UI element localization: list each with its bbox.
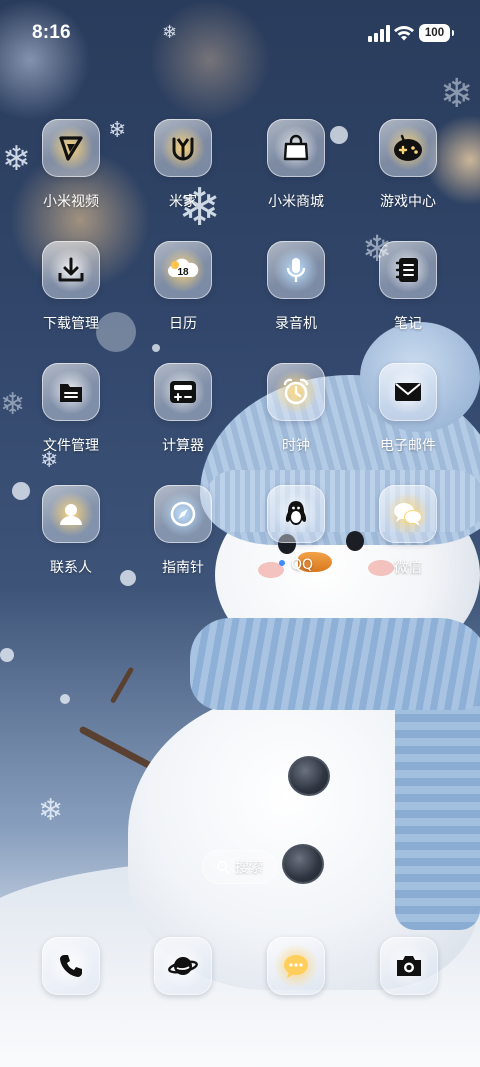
app-tile[interactable]: 18	[154, 241, 212, 299]
app-tile[interactable]	[267, 485, 325, 543]
app-label: 录音机	[275, 316, 317, 332]
dock-browser[interactable]	[154, 937, 212, 995]
app-wechat[interactable]: 微信	[352, 485, 464, 595]
snowman-button-2	[282, 844, 324, 884]
app-tile[interactable]	[267, 241, 325, 299]
snowflake-decoration: ❄	[440, 71, 474, 117]
app-label: 计算器	[162, 438, 204, 454]
contact-icon	[60, 504, 82, 525]
app-tile[interactable]	[42, 937, 100, 995]
app-game-center[interactable]: 游戏中心	[352, 119, 464, 229]
app-tile[interactable]	[379, 363, 437, 421]
app-tile[interactable]	[267, 363, 325, 421]
app-recorder[interactable]: 录音机	[240, 241, 352, 351]
app-compass[interactable]: 指南针	[127, 485, 239, 595]
search-label: 搜索	[235, 860, 263, 876]
browser-planet-icon	[168, 957, 198, 975]
snow-particle	[0, 648, 14, 662]
wifi-icon	[394, 26, 414, 41]
snow-particle	[60, 694, 70, 704]
mail-icon	[395, 383, 421, 401]
app-qq[interactable]: QQ	[240, 485, 352, 595]
camera-icon	[397, 956, 421, 976]
shopping-bag-icon	[283, 134, 309, 161]
message-icon	[284, 955, 308, 978]
calendar-icon: 18	[168, 258, 199, 278]
snowman-button-1	[288, 756, 330, 796]
app-label: 时钟	[282, 438, 310, 454]
app-tile[interactable]	[42, 485, 100, 543]
app-label: 下载管理	[43, 316, 99, 332]
app-label: 游戏中心	[380, 194, 436, 210]
app-download-manager[interactable]: 下载管理	[15, 241, 127, 351]
app-label: 指南针	[162, 560, 204, 576]
app-tile[interactable]	[379, 119, 437, 177]
app-label: 日历	[169, 316, 197, 332]
app-calculator[interactable]: 计算器	[127, 363, 239, 473]
app-mijia[interactable]: 米家	[127, 119, 239, 229]
app-label: 电子邮件	[380, 438, 436, 454]
snowman-arm-twig	[109, 666, 135, 704]
new-install-indicator	[278, 560, 285, 566]
app-label: 笔记	[394, 316, 422, 332]
status-time: 8:16	[32, 22, 71, 43]
app-label: 微信	[394, 560, 422, 576]
app-tile[interactable]	[154, 119, 212, 177]
app-label: 文件管理	[43, 438, 99, 454]
alarm-clock-icon	[283, 378, 309, 405]
folder-icon	[60, 384, 82, 402]
app-tile[interactable]	[154, 937, 212, 995]
app-xiaomi-mall[interactable]: 小米商城	[240, 119, 352, 229]
app-file-manager[interactable]: 文件管理	[15, 363, 127, 473]
app-label: 联系人	[50, 560, 92, 576]
search-button[interactable]: 搜索	[202, 850, 277, 884]
app-tile[interactable]	[267, 119, 325, 177]
status-bar: 8:16 100	[0, 0, 480, 66]
snowman-scarf	[190, 618, 480, 710]
calculator-icon	[170, 381, 196, 403]
app-tile[interactable]	[42, 241, 100, 299]
app-calendar[interactable]: 18 日历	[127, 241, 239, 351]
qq-penguin-icon	[285, 501, 307, 525]
notes-icon	[395, 258, 418, 282]
app-contacts[interactable]: 联系人	[15, 485, 127, 595]
app-tile[interactable]	[154, 485, 212, 543]
microphone-icon	[286, 258, 306, 282]
app-tile[interactable]	[267, 937, 325, 995]
battery-icon: 100	[419, 24, 454, 42]
app-tile[interactable]	[380, 937, 438, 995]
mijia-icon	[172, 137, 194, 161]
wechat-icon	[394, 503, 422, 526]
download-icon	[58, 257, 84, 282]
app-tile[interactable]	[379, 485, 437, 543]
app-label: 米家	[169, 194, 197, 210]
app-label: QQ	[240, 557, 352, 573]
video-play-icon	[59, 136, 83, 161]
app-notes[interactable]: 笔记	[352, 241, 464, 351]
phone-icon	[60, 955, 82, 977]
snowflake-decoration: ❄	[38, 793, 64, 828]
app-email[interactable]: 电子邮件	[352, 363, 464, 473]
app-xiaomi-video[interactable]: 小米视频	[15, 119, 127, 229]
compass-icon	[170, 501, 196, 527]
cellular-signal-icon	[368, 25, 390, 42]
dock-messages[interactable]	[267, 937, 325, 995]
dock-camera[interactable]	[380, 937, 438, 995]
app-label: 小米商城	[268, 194, 324, 210]
app-tile[interactable]	[379, 241, 437, 299]
svg-text:18: 18	[177, 267, 189, 278]
app-label: 小米视频	[43, 194, 99, 210]
game-controller-icon	[394, 134, 422, 161]
dock-phone[interactable]	[42, 937, 100, 995]
app-tile[interactable]	[154, 363, 212, 421]
search-icon	[216, 860, 230, 874]
app-tile[interactable]	[42, 363, 100, 421]
app-clock[interactable]: 时钟	[240, 363, 352, 473]
app-tile[interactable]	[42, 119, 100, 177]
